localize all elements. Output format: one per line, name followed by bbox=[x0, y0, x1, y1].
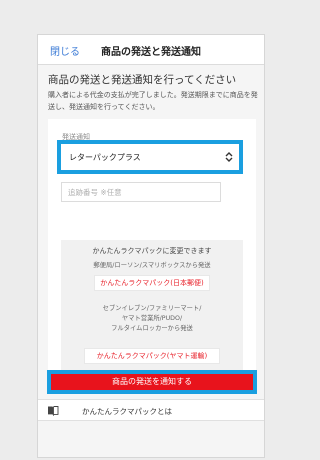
rakuma-pack-yamato-button[interactable]: かんたんラクマパック(ヤマト運輸) bbox=[84, 348, 220, 364]
book-icon bbox=[48, 406, 59, 416]
shipping-form-card: 発送通知 レターパックプラス かんたんラクマパックに変更できます 郵便局/ローソ… bbox=[48, 119, 256, 381]
updown-caret-icon bbox=[225, 152, 233, 162]
about-rakuma-pack-label: かんたんラクマパックとは bbox=[82, 407, 172, 416]
tracking-number-input[interactable] bbox=[61, 182, 221, 202]
shipping-method-value: レターパックプラス bbox=[69, 153, 141, 162]
rakuma-pack-japanpost-button[interactable]: かんたんラクマパック(日本郵便) bbox=[94, 275, 210, 291]
japanpost-caption: 郵便局/ローソン/スマリボックスから発送 bbox=[93, 262, 211, 269]
modal-title: 商品の発送と発送通知 bbox=[101, 47, 201, 58]
section-heading: 商品の発送と発送通知を行ってください bbox=[48, 74, 237, 86]
yamato-caption-line: フルタイムロッカーから発送 bbox=[111, 325, 193, 332]
yamato-caption-line: セブンイレブン/ファミリーマート/ bbox=[102, 305, 202, 312]
rakuma-pack-info: かんたんラクマパックに変更できます 郵便局/ローソン/スマリボックスから発送 か… bbox=[61, 240, 243, 370]
section-description: 購入者による代金の支払が完了しました。発送期限までに商品を発送し、発送通知を行っ… bbox=[48, 91, 258, 111]
notify-shipment-button[interactable]: 商品の発送を通知する bbox=[51, 374, 253, 390]
shipping-method-select[interactable]: レターパックプラス bbox=[57, 140, 243, 174]
yamato-caption-line: ヤマト営業所/PUDO/ bbox=[121, 315, 183, 322]
notify-button-wrapper: 商品の発送を通知する bbox=[47, 370, 257, 394]
modal-header: 閉じる 商品の発送と発送通知 bbox=[38, 35, 264, 65]
rakuma-pack-info-title: かんたんラクマパックに変更できます bbox=[92, 247, 212, 255]
shipping-modal: 閉じる 商品の発送と発送通知 商品の発送と発送通知を行ってください 購入者による… bbox=[37, 34, 265, 458]
about-rakuma-pack-link[interactable]: かんたんラクマパックとは bbox=[38, 399, 264, 421]
